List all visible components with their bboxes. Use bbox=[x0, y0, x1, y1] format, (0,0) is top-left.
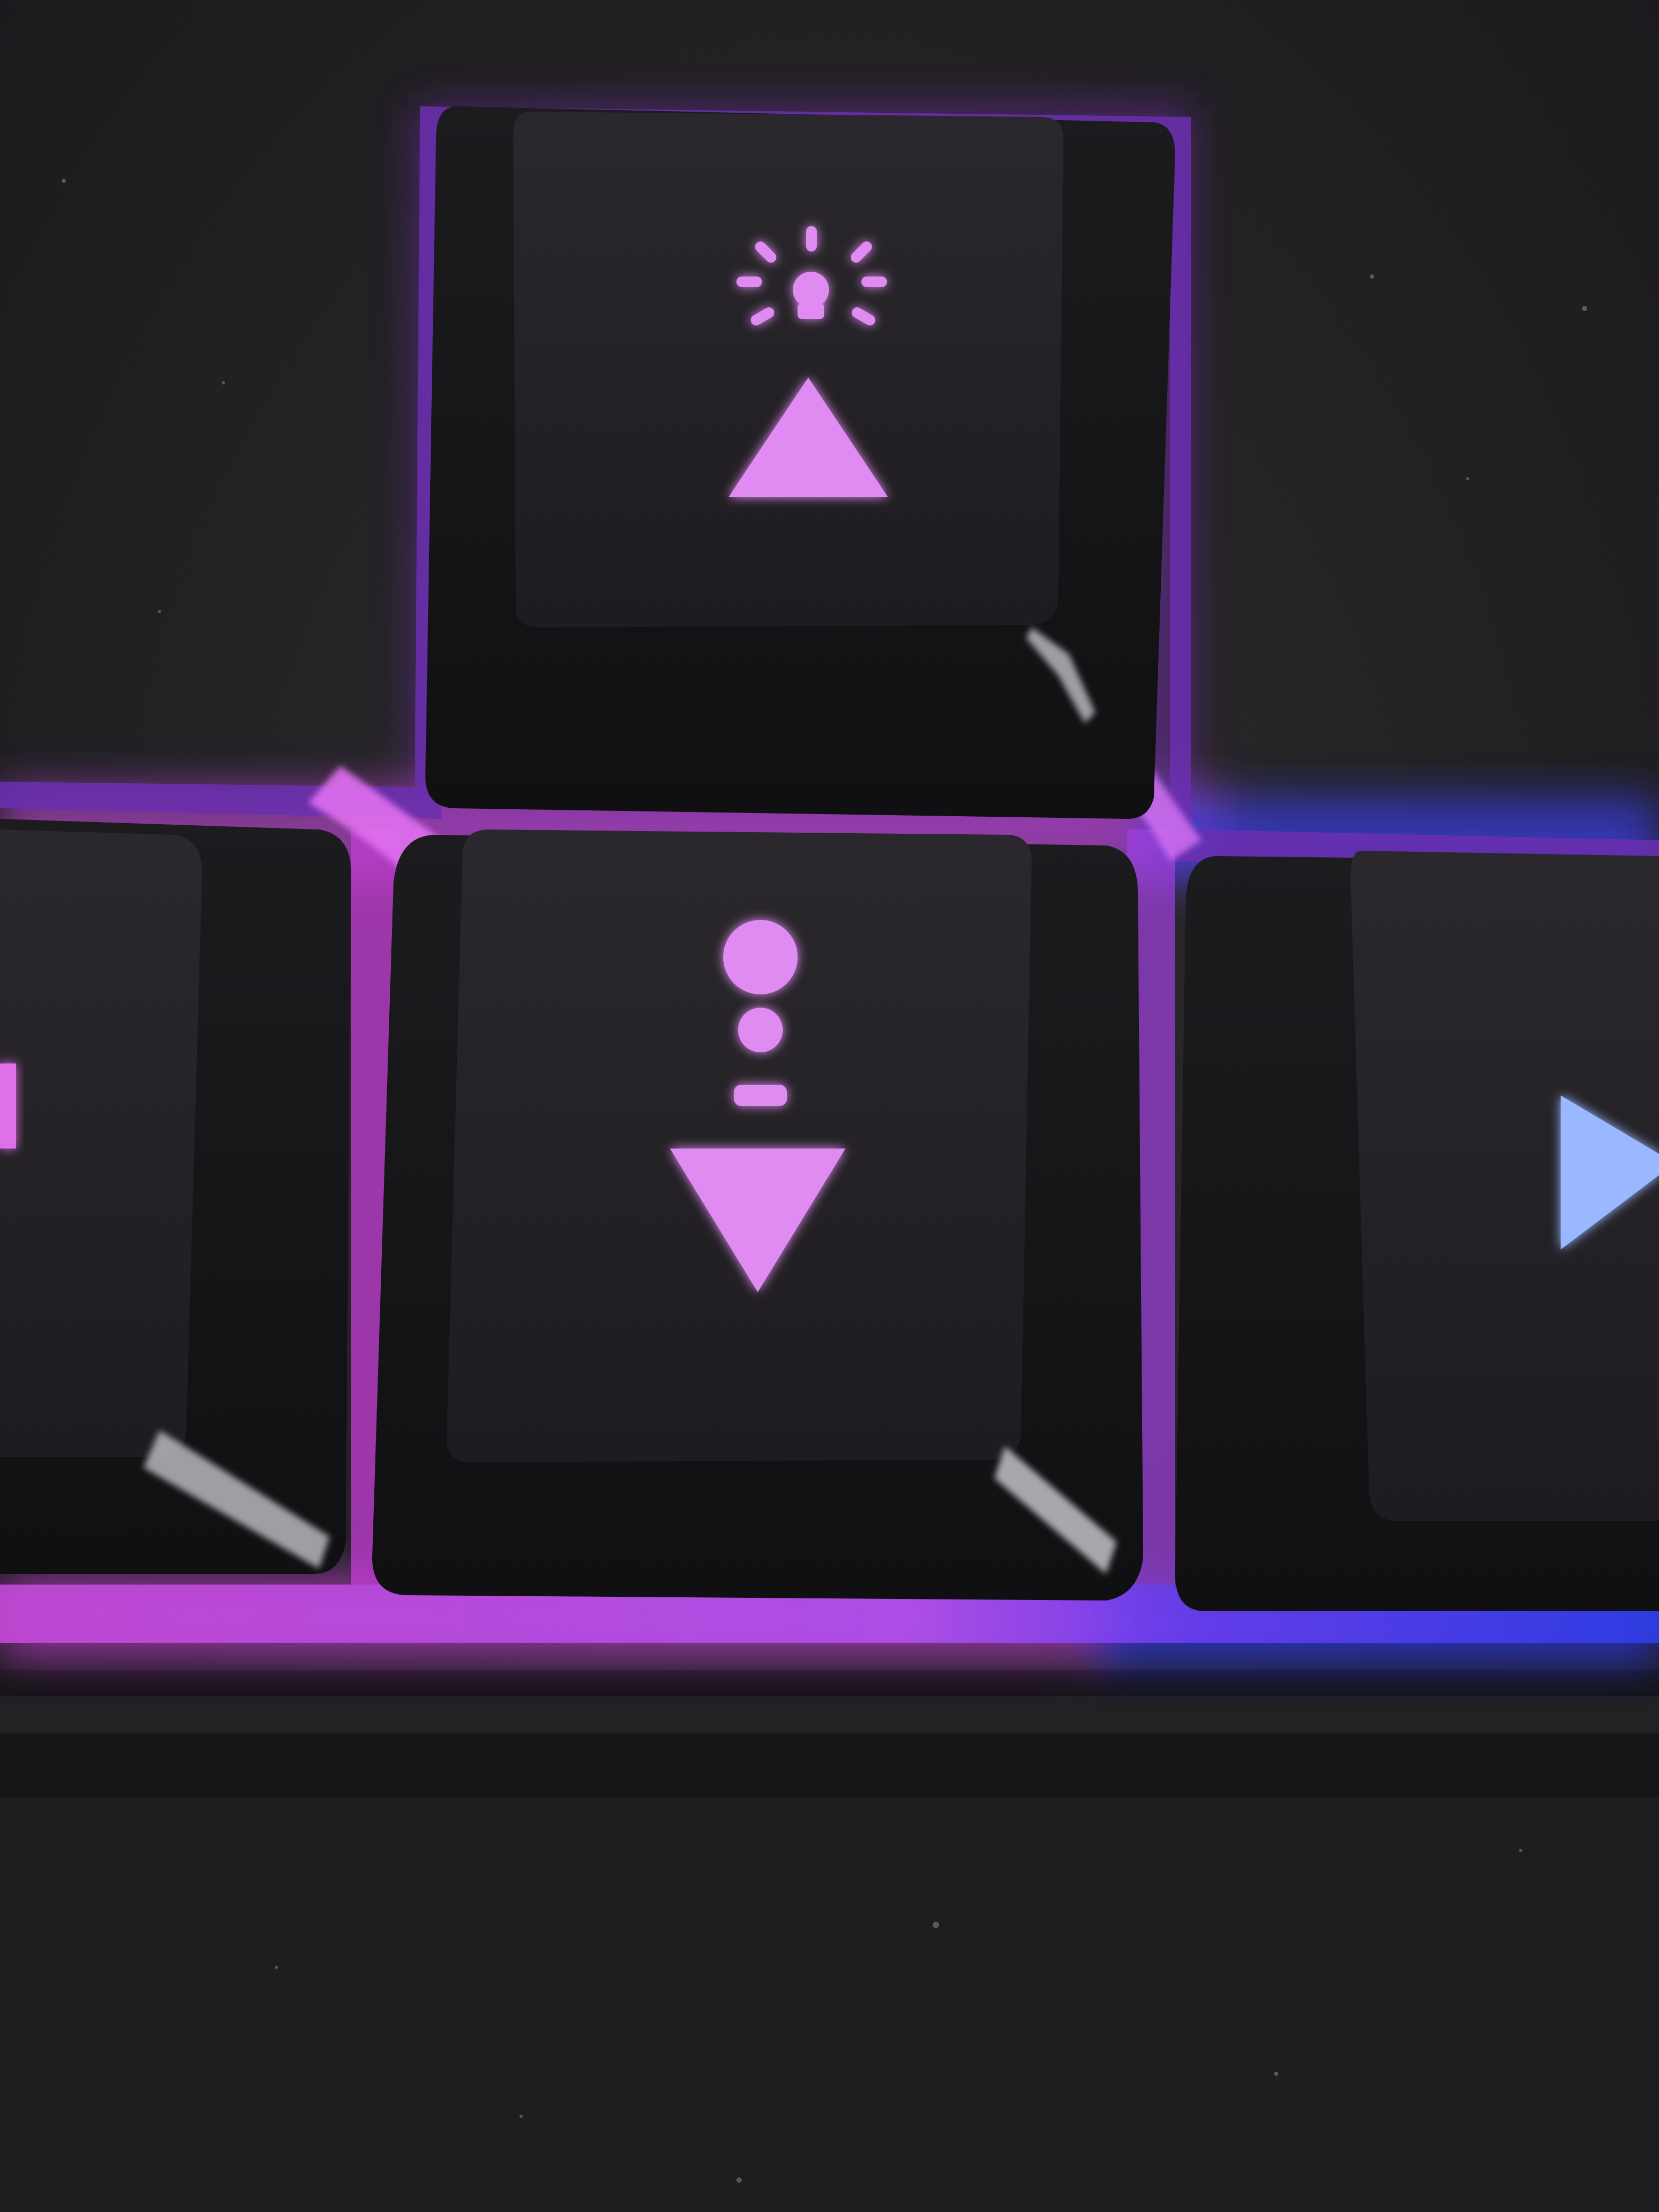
down-arrow-key[interactable] bbox=[372, 830, 1143, 1601]
left-arrow-key[interactable] bbox=[0, 819, 351, 1574]
up-arrow-key[interactable] bbox=[425, 106, 1175, 819]
keyboard-photo bbox=[0, 0, 1659, 2212]
right-arrow-key[interactable] bbox=[1175, 851, 1659, 1611]
left-triangle-icon bbox=[0, 1063, 16, 1149]
brightness-down-icon-base bbox=[734, 1085, 787, 1106]
down-key-top bbox=[447, 830, 1032, 1462]
left-key-top bbox=[0, 830, 202, 1457]
up-key-top bbox=[513, 112, 1063, 627]
keyboard-bezel-lip bbox=[0, 1696, 1659, 1733]
keyboard-lower-surface bbox=[0, 1797, 1659, 2212]
